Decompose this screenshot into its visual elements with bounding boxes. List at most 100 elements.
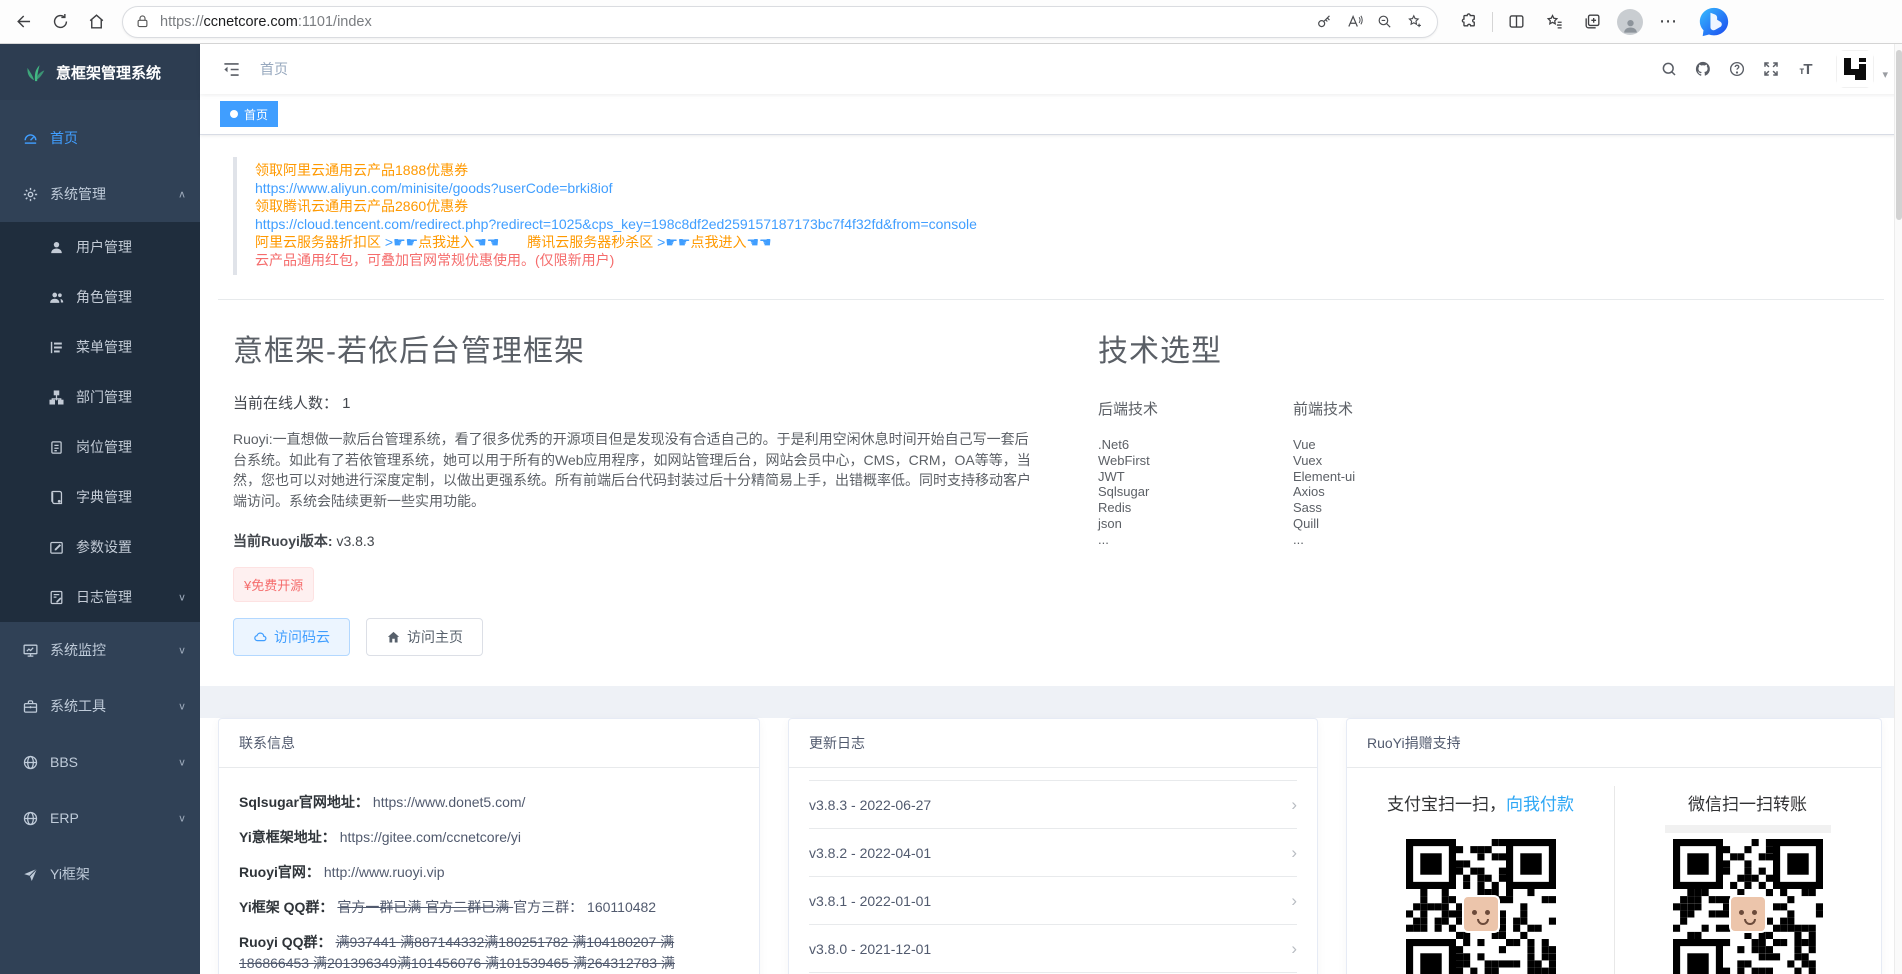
chevron-up-icon: ∧ bbox=[178, 188, 186, 200]
page-content: 领取阿里云通用云产品1888优惠券https://www.aliyun.com/… bbox=[200, 135, 1902, 974]
visit-gitee-button[interactable]: 访问码云 bbox=[233, 618, 350, 656]
bing-copilot-icon[interactable] bbox=[1697, 5, 1731, 39]
top-navbar: 首页 тT ▾ bbox=[200, 44, 1902, 94]
notice-link[interactable]: ☚☚ bbox=[474, 234, 499, 250]
back-icon[interactable] bbox=[6, 5, 42, 39]
settings-dots-icon[interactable]: ⋯ bbox=[1649, 5, 1687, 39]
notice-link[interactable]: >☛☛ bbox=[657, 234, 690, 250]
frontend-title: 前端技术 bbox=[1293, 398, 1488, 419]
sidebar-item-BBS[interactable]: BBS∨ bbox=[0, 734, 200, 790]
sidebar-item-系统监控[interactable]: 系统监控∨ bbox=[0, 622, 200, 678]
home-icon[interactable] bbox=[78, 5, 114, 39]
tech-item: Vue bbox=[1293, 437, 1488, 453]
notice-link[interactable]: https://cloud.tencent.com/redirect.php?r… bbox=[255, 216, 977, 232]
sidebar-item-日志管理[interactable]: 日志管理∨ bbox=[0, 572, 200, 622]
read-aloud-icon[interactable] bbox=[1339, 8, 1369, 36]
backend-list: .Net6WebFirstJWTSqlsugarRedisjson... bbox=[1098, 437, 1293, 548]
chevron-right-icon: › bbox=[1291, 795, 1297, 815]
notice-link[interactable]: 点我进入 bbox=[690, 234, 746, 250]
tags-view: 首页 bbox=[200, 94, 1902, 135]
notice-link[interactable]: >☛☛ bbox=[385, 234, 418, 250]
sidebar-item-菜单管理[interactable]: 菜单管理 bbox=[0, 322, 200, 372]
search-icon[interactable] bbox=[1652, 52, 1686, 86]
sidebar-item-参数设置[interactable]: 参数设置 bbox=[0, 522, 200, 572]
sidebar-item-用户管理[interactable]: 用户管理 bbox=[0, 222, 200, 272]
favorites-icon[interactable] bbox=[1535, 5, 1573, 39]
split-screen-icon[interactable] bbox=[1497, 5, 1535, 39]
sidebar-item-ERP[interactable]: ERP∨ bbox=[0, 790, 200, 846]
font-size-icon[interactable]: тT bbox=[1788, 52, 1822, 86]
sidebar-item-label: 系统监控 bbox=[50, 640, 178, 660]
sidebar-item-系统工具[interactable]: 系统工具∨ bbox=[0, 678, 200, 734]
app-logo[interactable]: 意框架管理系统 bbox=[0, 44, 200, 100]
sidebar-item-label: ERP bbox=[50, 810, 178, 826]
scrollbar[interactable] bbox=[1894, 44, 1902, 974]
url-text[interactable]: https://ccnetcore.com:1101/index bbox=[160, 14, 1309, 30]
peoples-icon bbox=[48, 289, 65, 306]
sidebar-item-label: 系统管理 bbox=[50, 184, 178, 204]
changelog-row[interactable]: v3.8.0 - 2021-12-01› bbox=[809, 925, 1297, 973]
changelog-row[interactable]: v3.8.1 - 2022-01-01› bbox=[809, 877, 1297, 925]
user-icon bbox=[48, 239, 65, 256]
changelog-card-title: 更新日志 bbox=[789, 719, 1317, 768]
cloud-icon bbox=[253, 630, 268, 645]
dict-icon bbox=[48, 489, 65, 506]
notice-link[interactable]: ☚☚ bbox=[746, 234, 771, 250]
notice-link[interactable]: https://www.aliyun.com/minisite/goods?us… bbox=[255, 180, 613, 196]
notice-text: 领取腾讯云通用云产品2860优惠券 bbox=[255, 198, 468, 214]
submenu-系统管理: 用户管理角色管理菜单管理部门管理岗位管理字典管理参数设置日志管理∨ bbox=[0, 222, 200, 622]
alipay-pay-link[interactable]: 向我付款 bbox=[1506, 795, 1574, 814]
visit-homepage-button[interactable]: 访问主页 bbox=[366, 618, 483, 656]
collections-icon[interactable] bbox=[1573, 5, 1611, 39]
screen: https://ccnetcore.com:1101/index ⋯ 意框架管理… bbox=[0, 0, 1902, 974]
guide-icon bbox=[22, 866, 39, 883]
sidebar-item-系统管理[interactable]: 系统管理∧ bbox=[0, 166, 200, 222]
breadcrumb[interactable]: 首页 bbox=[260, 59, 288, 79]
sidebar-item-label: 角色管理 bbox=[76, 287, 186, 307]
user-avatar[interactable] bbox=[1836, 50, 1874, 88]
zoom-out-icon[interactable] bbox=[1369, 8, 1399, 36]
monitor-icon bbox=[22, 642, 39, 659]
free-open-source-tag: ¥免费开源 bbox=[233, 567, 314, 602]
scrollbar-thumb[interactable] bbox=[1896, 50, 1902, 220]
refresh-icon[interactable] bbox=[42, 5, 78, 39]
tech-item: Sass bbox=[1293, 500, 1488, 516]
notice-link[interactable]: 点我进入 bbox=[418, 234, 474, 250]
sidebar-item-首页[interactable]: 首页 bbox=[0, 110, 200, 166]
avatar-caret-icon[interactable]: ▾ bbox=[1882, 58, 1888, 81]
changelog-version: v3.8.0 - 2021-12-01 bbox=[809, 941, 931, 957]
frontend-list: VueVuexElement-uiAxiosSassQuill... bbox=[1293, 437, 1488, 548]
sidebar-item-部门管理[interactable]: 部门管理 bbox=[0, 372, 200, 422]
add-favorite-icon[interactable] bbox=[1399, 8, 1429, 36]
contact-row: Yi意框架地址：https://gitee.com/ccnetcore/yi bbox=[239, 827, 739, 848]
help-icon[interactable] bbox=[1720, 52, 1754, 86]
changelog-row[interactable]: v3.8.2 - 2022-04-01› bbox=[809, 829, 1297, 877]
tag-home[interactable]: 首页 bbox=[220, 101, 278, 127]
password-key-icon[interactable] bbox=[1309, 8, 1339, 36]
contact-row: Yi框架 QQ群：官方一群已满 官方二群已满 官方三群： 160110482 bbox=[239, 897, 739, 918]
changelog-row[interactable]: v3.8.3 - 2022-06-27 › bbox=[809, 781, 1297, 829]
extensions-icon[interactable] bbox=[1450, 5, 1488, 39]
sidebar-item-岗位管理[interactable]: 岗位管理 bbox=[0, 422, 200, 472]
fullscreen-icon[interactable] bbox=[1754, 52, 1788, 86]
sidebar-item-label: Yi框架 bbox=[50, 864, 186, 884]
address-bar[interactable]: https://ccnetcore.com:1101/index bbox=[122, 6, 1438, 38]
app-title: 意框架管理系统 bbox=[56, 62, 161, 83]
sidebar-menu: 首页系统管理∧用户管理角色管理菜单管理部门管理岗位管理字典管理参数设置日志管理∨… bbox=[0, 100, 200, 974]
chevron-down-icon: ∨ bbox=[178, 591, 186, 603]
alipay-title: 支付宝扫一扫，向我付款 bbox=[1347, 790, 1614, 815]
changelog-version: v3.8.3 - 2022-06-27 bbox=[809, 797, 931, 813]
active-tag-dot bbox=[230, 110, 238, 118]
profile-avatar[interactable] bbox=[1611, 5, 1649, 39]
sidebar-item-字典管理[interactable]: 字典管理 bbox=[0, 472, 200, 522]
chevron-down-icon: ∨ bbox=[178, 756, 186, 768]
chevron-down-icon: ∨ bbox=[178, 812, 186, 824]
intro-buttons: 访问码云 访问主页 bbox=[233, 618, 1038, 656]
sidebar-item-Yi框架[interactable]: Yi框架 bbox=[0, 846, 200, 902]
online-count: 当前在线人数： 1 bbox=[233, 392, 1038, 413]
sidebar-fold-icon[interactable] bbox=[216, 54, 246, 84]
sidebar-item-角色管理[interactable]: 角色管理 bbox=[0, 272, 200, 322]
tech-item: ... bbox=[1293, 532, 1488, 548]
contact-row: Sqlsugar官网地址：https://www.donet5.com/ bbox=[239, 792, 739, 813]
github-icon[interactable] bbox=[1686, 52, 1720, 86]
